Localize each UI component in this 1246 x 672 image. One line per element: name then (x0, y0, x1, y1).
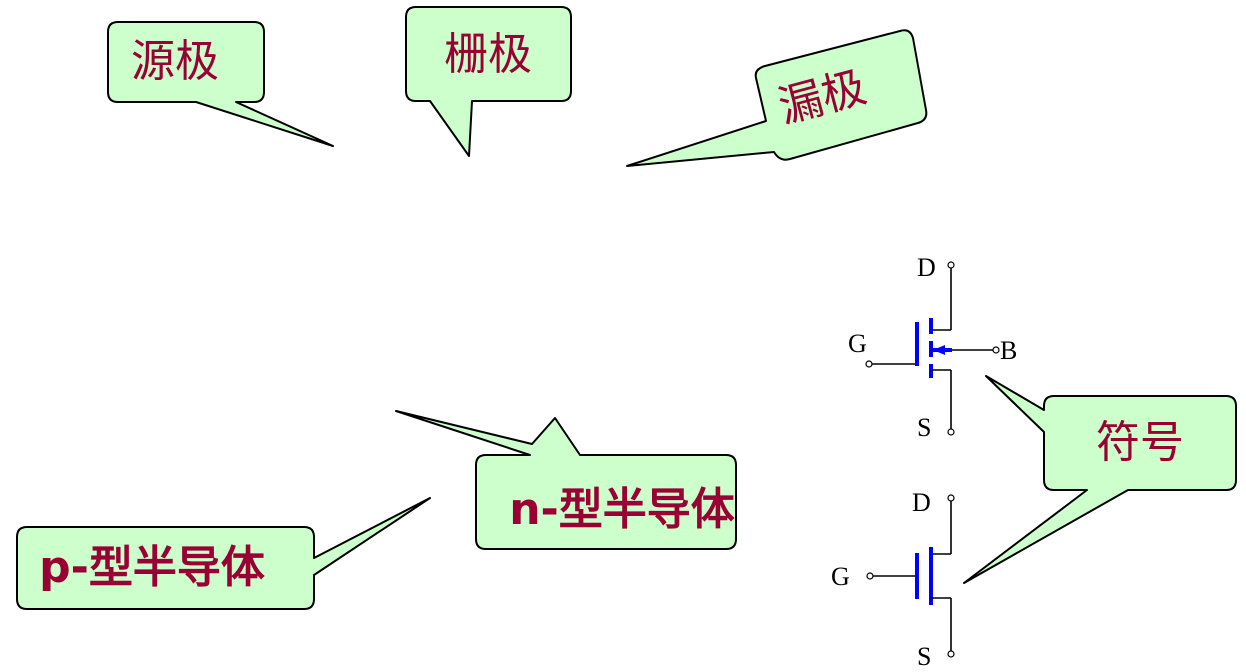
callout-drain: 漏极 (626, 29, 928, 167)
mosfet-diagram: 源极 栅极 漏极 n-型半导体 p-型半导体 符号 D G B S D G S (16, 6, 1237, 671)
gate-terminal-icon (865, 360, 873, 368)
callout-symbol-label: 符号 (1096, 417, 1184, 468)
callout-gate-label: 栅极 (444, 29, 532, 80)
callout-n-type: n-型半导体 (395, 410, 737, 550)
gate-terminal-icon (866, 572, 874, 580)
callout-source: 源极 (107, 21, 334, 147)
source-terminal-icon (947, 428, 955, 436)
mosfet-symbol-simplified: D G S (831, 488, 955, 671)
source-label: S (917, 642, 931, 671)
callout-n-type-label: n-型半导体 (509, 484, 735, 535)
body-arrow-icon (933, 345, 945, 355)
drain-label: D (912, 488, 931, 517)
callout-source-label: 源极 (131, 36, 219, 87)
source-label: S (917, 413, 931, 442)
callout-p-type-label: p-型半导体 (39, 542, 265, 593)
callout-symbol: 符号 (963, 375, 1237, 584)
callout-p-type: p-型半导体 (16, 497, 431, 610)
body-terminal-icon (992, 346, 1000, 354)
body-label: B (1000, 336, 1017, 365)
drain-label: D (917, 253, 936, 282)
gate-label: G (848, 329, 867, 358)
source-terminal-icon (947, 650, 955, 658)
drain-terminal-icon (947, 494, 955, 502)
callout-gate: 栅极 (405, 6, 572, 157)
mosfet-symbol-with-body: D G B S (848, 253, 1017, 442)
gate-label: G (831, 562, 850, 591)
drain-terminal-icon (947, 261, 955, 269)
